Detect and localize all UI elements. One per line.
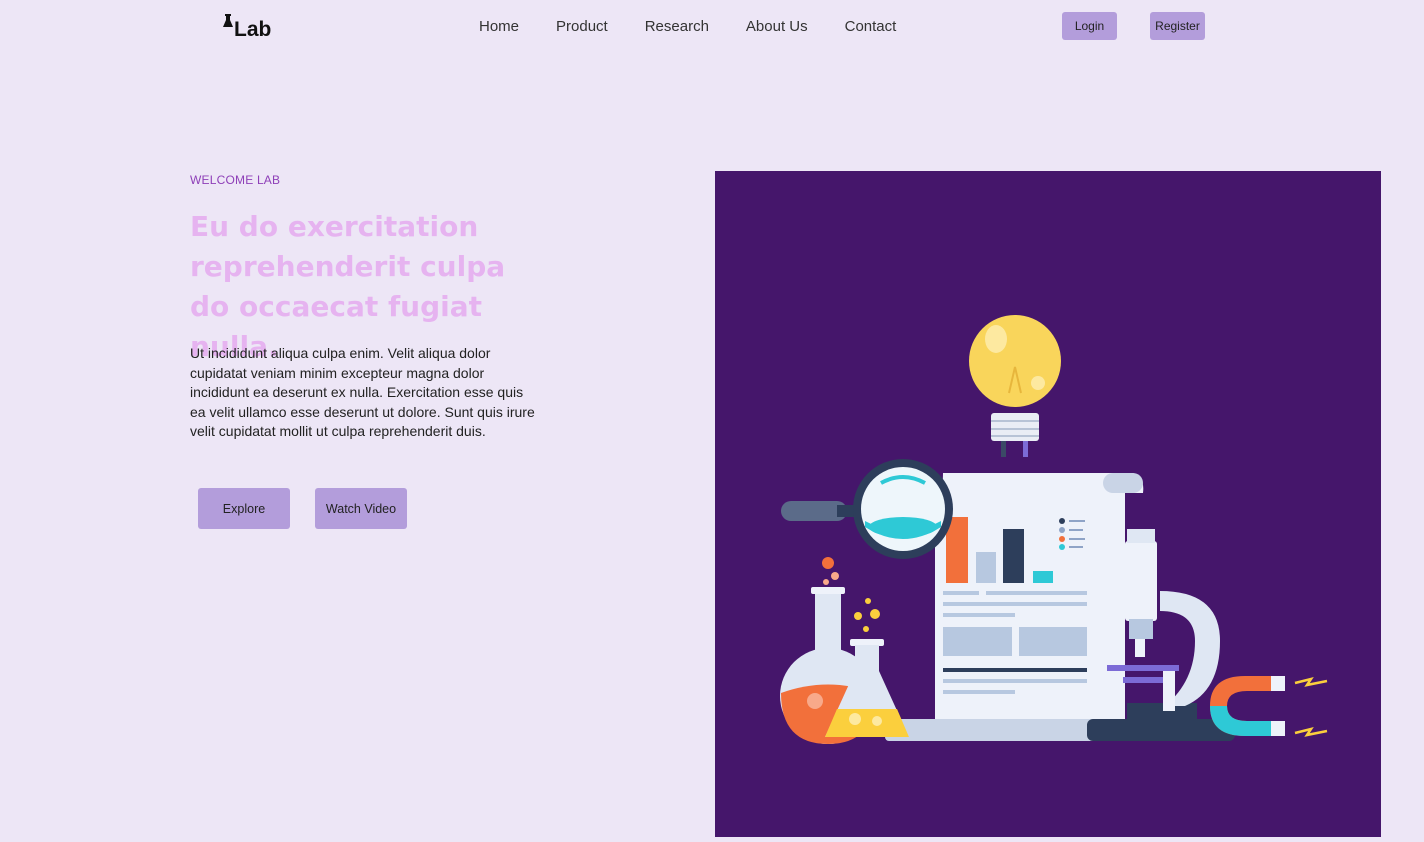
top-navbar: Lab Home Product Research About Us Conta… xyxy=(0,0,1424,56)
magnifying-glass-icon xyxy=(781,459,953,559)
magnet-icon xyxy=(1210,676,1328,737)
flask-icon xyxy=(223,14,233,27)
hero-description: Ut incididunt aliqua culpa enim. Velit a… xyxy=(190,345,535,439)
brand-logo[interactable]: Lab xyxy=(222,10,271,40)
light-bulb-icon xyxy=(969,315,1061,457)
watch-video-button[interactable]: Watch Video xyxy=(315,488,407,529)
nav-link-contact[interactable]: Contact xyxy=(845,18,897,35)
register-button[interactable]: Register xyxy=(1150,12,1205,40)
lab-illustration xyxy=(780,315,1328,744)
hero-illustration xyxy=(715,171,1381,837)
explore-button[interactable]: Explore xyxy=(198,488,290,529)
brand-name: Lab xyxy=(234,18,272,41)
main-nav: Home Product Research About Us Contact xyxy=(479,18,933,35)
login-button[interactable]: Login xyxy=(1062,12,1117,40)
nav-link-product[interactable]: Product xyxy=(556,18,608,35)
nav-link-home[interactable]: Home xyxy=(479,18,519,35)
nav-link-research[interactable]: Research xyxy=(645,18,709,35)
hero-kicker: WELCOME LAB xyxy=(190,173,281,187)
hero-title: Eu do exercitation reprehenderit culpa d… xyxy=(190,210,506,363)
nav-link-about-us[interactable]: About Us xyxy=(746,18,808,35)
